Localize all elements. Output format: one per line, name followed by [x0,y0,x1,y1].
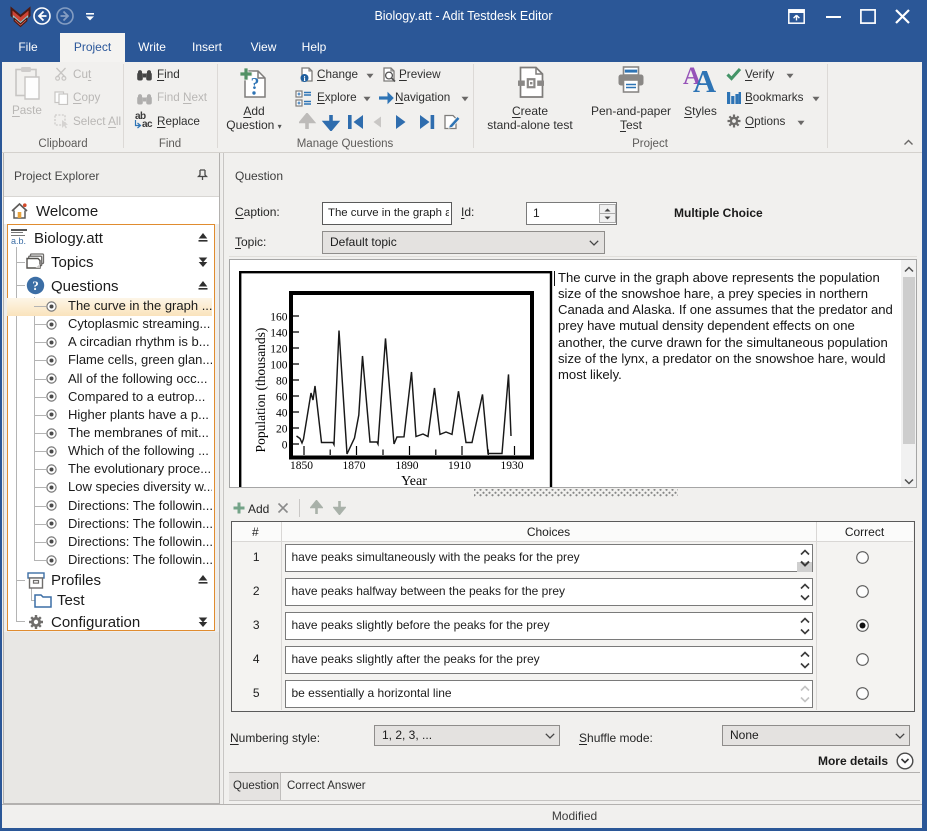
svg-text:160: 160 [270,312,288,324]
svg-text:?: ? [251,74,260,93]
svg-text:40: 40 [276,408,288,420]
svg-text:1890: 1890 [396,460,419,472]
svg-text:120: 120 [270,344,288,356]
svg-text:?: ? [32,278,39,293]
svg-text:80: 80 [276,376,288,388]
svg-text:0: 0 [282,440,288,452]
svg-text:1850: 1850 [290,460,313,472]
svg-text:i: i [303,74,305,83]
svg-text:1870: 1870 [343,460,366,472]
svg-text:1910: 1910 [448,460,471,472]
svg-text:140: 140 [270,328,288,340]
svg-text:60: 60 [276,392,288,404]
svg-text:20: 20 [276,424,288,436]
svg-text:100: 100 [270,360,288,372]
svg-text:Population (thousands): Population (thousands) [253,328,268,453]
svg-text:1930: 1930 [501,460,524,472]
svg-text:Year: Year [401,474,427,487]
